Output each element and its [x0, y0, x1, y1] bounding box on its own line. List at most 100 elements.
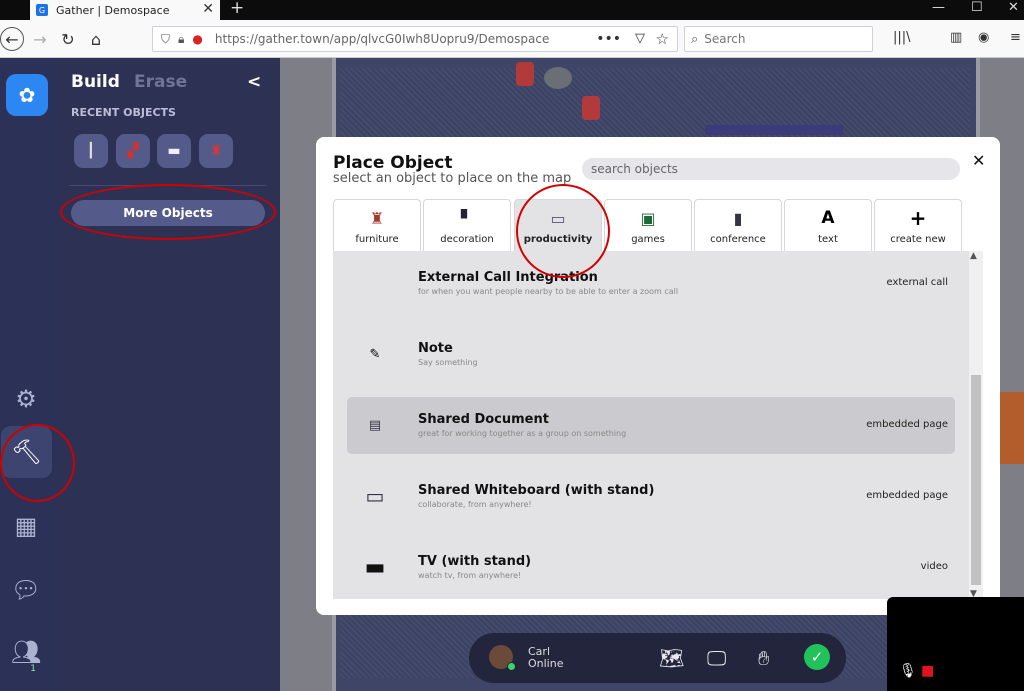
- table-icon: ▞: [127, 143, 139, 159]
- list-item-shared-whiteboard[interactable]: ▭ Shared Whiteboard (with stand) collabo…: [347, 468, 955, 525]
- object-list: External Call Integration for when you w…: [333, 251, 983, 599]
- lock-icon: 🔒︎: [178, 31, 185, 46]
- account-icon[interactable]: ◉: [978, 30, 989, 45]
- item-type: video: [920, 561, 948, 572]
- checkmark-icon[interactable]: ✓: [804, 644, 830, 670]
- microphone-icon[interactable]: 🎙︎: [899, 663, 917, 679]
- item-description: watch tv, from anywhere!: [418, 571, 522, 580]
- close-tab-icon[interactable]: ✕: [202, 1, 214, 17]
- browser-tab[interactable]: G Gather | Demospace ✕: [30, 0, 220, 20]
- note-icon: ✎: [369, 346, 381, 362]
- armchair-icon: ♜: [369, 208, 385, 228]
- calendar-icon[interactable]: ▦: [0, 500, 52, 552]
- search-objects-input[interactable]: [582, 158, 960, 180]
- letter-a-icon: A: [821, 208, 835, 228]
- tab-build[interactable]: Build: [71, 72, 120, 92]
- category-label: create new: [890, 234, 946, 245]
- url-text: https://gather.town/app/qlvcG0Iwh8Uopru9…: [214, 32, 550, 46]
- tv-icon: ▬: [364, 554, 386, 580]
- browser-search-box[interactable]: ⌕: [684, 26, 873, 52]
- scrollbar-thumb[interactable]: [971, 375, 981, 585]
- online-status-dot: [507, 662, 516, 671]
- category-label: games: [631, 234, 665, 245]
- gather-logo-icon[interactable]: ✿: [6, 74, 48, 116]
- item-description: great for working together as a group on…: [418, 429, 627, 438]
- item-name: Shared Document: [418, 412, 549, 427]
- reload-icon[interactable]: ↻: [57, 28, 79, 50]
- modal-title: Place Object: [333, 153, 453, 173]
- list-item-external-call[interactable]: External Call Integration for when you w…: [347, 255, 955, 312]
- new-tab-icon[interactable]: +: [230, 0, 244, 18]
- item-name: Note: [418, 341, 453, 356]
- plus-icon: +: [909, 206, 927, 230]
- microphone-icon: ●: [192, 32, 203, 46]
- lamp-icon: ▘: [460, 208, 474, 228]
- tab-conference[interactable]: ▮ conference: [694, 199, 782, 251]
- pocket-icon[interactable]: ▽: [635, 31, 645, 46]
- raise-hand-icon[interactable]: ✋︎: [758, 646, 769, 670]
- tab-games[interactable]: ▣ games: [604, 199, 692, 251]
- minimize-window-icon[interactable]: —: [932, 0, 945, 15]
- collapse-panel-icon[interactable]: <: [247, 72, 261, 92]
- close-icon[interactable]: ✕: [972, 151, 985, 170]
- forward-arrow-icon[interactable]: →: [29, 28, 51, 50]
- recent-object-table[interactable]: ▞: [116, 134, 150, 168]
- left-rail: ✿ ⚙ 🔨︎ ▦ 💬︎ 👥︎ 1: [0, 58, 57, 691]
- stand-icon: ┃: [86, 143, 96, 159]
- gather-favicon-icon: G: [36, 4, 48, 16]
- user-status: Online: [528, 657, 564, 670]
- camera-off-icon[interactable]: ■: [921, 663, 934, 679]
- back-arrow-icon[interactable]: ←: [0, 27, 24, 51]
- bench-icon: ▬: [167, 143, 181, 159]
- recent-object-stand[interactable]: ┃: [74, 134, 108, 168]
- annotation-circle-more-objects: [60, 184, 276, 240]
- bottom-toolbar: Carl Online 🗺︎ 🖵︎ ✋︎ ✓: [469, 633, 846, 683]
- map-chair: [582, 96, 600, 120]
- map-brick-wall: [1000, 392, 1024, 464]
- url-bar[interactable]: ⛉ 🔒︎ ● https://gather.town/app/qlvcG0Iwh…: [152, 26, 678, 52]
- tab-decoration[interactable]: ▘ decoration: [423, 199, 511, 251]
- list-item-tv[interactable]: ▬ TV (with stand) watch tv, from anywher…: [347, 539, 955, 596]
- map-icon[interactable]: 🗺︎: [659, 646, 684, 670]
- modal-subtitle: select an object to place on the map: [333, 171, 572, 186]
- gear-icon[interactable]: ⚙: [0, 373, 52, 425]
- tab-create-new[interactable]: + create new: [874, 199, 962, 251]
- shield-icon: ⛉: [161, 31, 171, 46]
- category-label: decoration: [440, 234, 494, 245]
- item-type: embedded page: [866, 419, 948, 430]
- home-icon[interactable]: ⌂: [85, 28, 107, 50]
- kiosk-icon: ▮: [733, 208, 743, 228]
- item-description: collaborate, from anywhere!: [418, 500, 532, 509]
- bookmark-star-icon[interactable]: ☆: [656, 30, 669, 48]
- place-object-modal: Place Object select an object to place o…: [316, 137, 1000, 615]
- build-panel: Build Erase < RECENT OBJECTS ┃ ▞ ▬ ♜ Mor…: [57, 58, 280, 691]
- recent-objects-heading: RECENT OBJECTS: [71, 106, 176, 119]
- page-actions-icon[interactable]: •••: [596, 31, 621, 47]
- item-type: embedded page: [866, 490, 948, 501]
- participant-count: 1: [30, 664, 36, 674]
- recent-object-chair[interactable]: ♜: [199, 134, 233, 168]
- maximize-window-icon[interactable]: ☐: [971, 0, 983, 15]
- library-icon[interactable]: |||\: [893, 30, 911, 45]
- item-description: for when you want people nearby to be ab…: [418, 287, 679, 296]
- screen-share-icon[interactable]: 🖵︎: [707, 646, 726, 670]
- tab-erase[interactable]: Erase: [134, 72, 187, 92]
- item-description: Say something: [418, 358, 478, 367]
- recent-object-bench[interactable]: ▬: [157, 134, 191, 168]
- tab-text[interactable]: A text: [784, 199, 872, 251]
- list-item-note[interactable]: ✎ Note Say something: [347, 326, 955, 383]
- tab-furniture[interactable]: ♜ furniture: [333, 199, 421, 251]
- item-type: external call: [886, 277, 948, 288]
- list-scrollbar[interactable]: ▲ ▼: [969, 251, 983, 599]
- scroll-up-icon[interactable]: ▲: [970, 251, 977, 261]
- browser-search-input[interactable]: [704, 32, 855, 46]
- armchair-icon: ♜: [209, 143, 223, 159]
- sidebar-toggle-icon[interactable]: ▥: [950, 30, 962, 45]
- list-item-shared-document[interactable]: ▤ Shared Document great for working toge…: [347, 397, 955, 454]
- chat-icon[interactable]: 💬︎: [0, 564, 52, 616]
- self-video-tile: 🎙︎ ■: [887, 597, 1024, 691]
- map-rug: [705, 125, 843, 135]
- close-window-icon[interactable]: ✕: [1008, 0, 1019, 15]
- participants-icon[interactable]: 👥︎ 1: [0, 626, 52, 678]
- menu-icon[interactable]: ≡: [1010, 30, 1021, 45]
